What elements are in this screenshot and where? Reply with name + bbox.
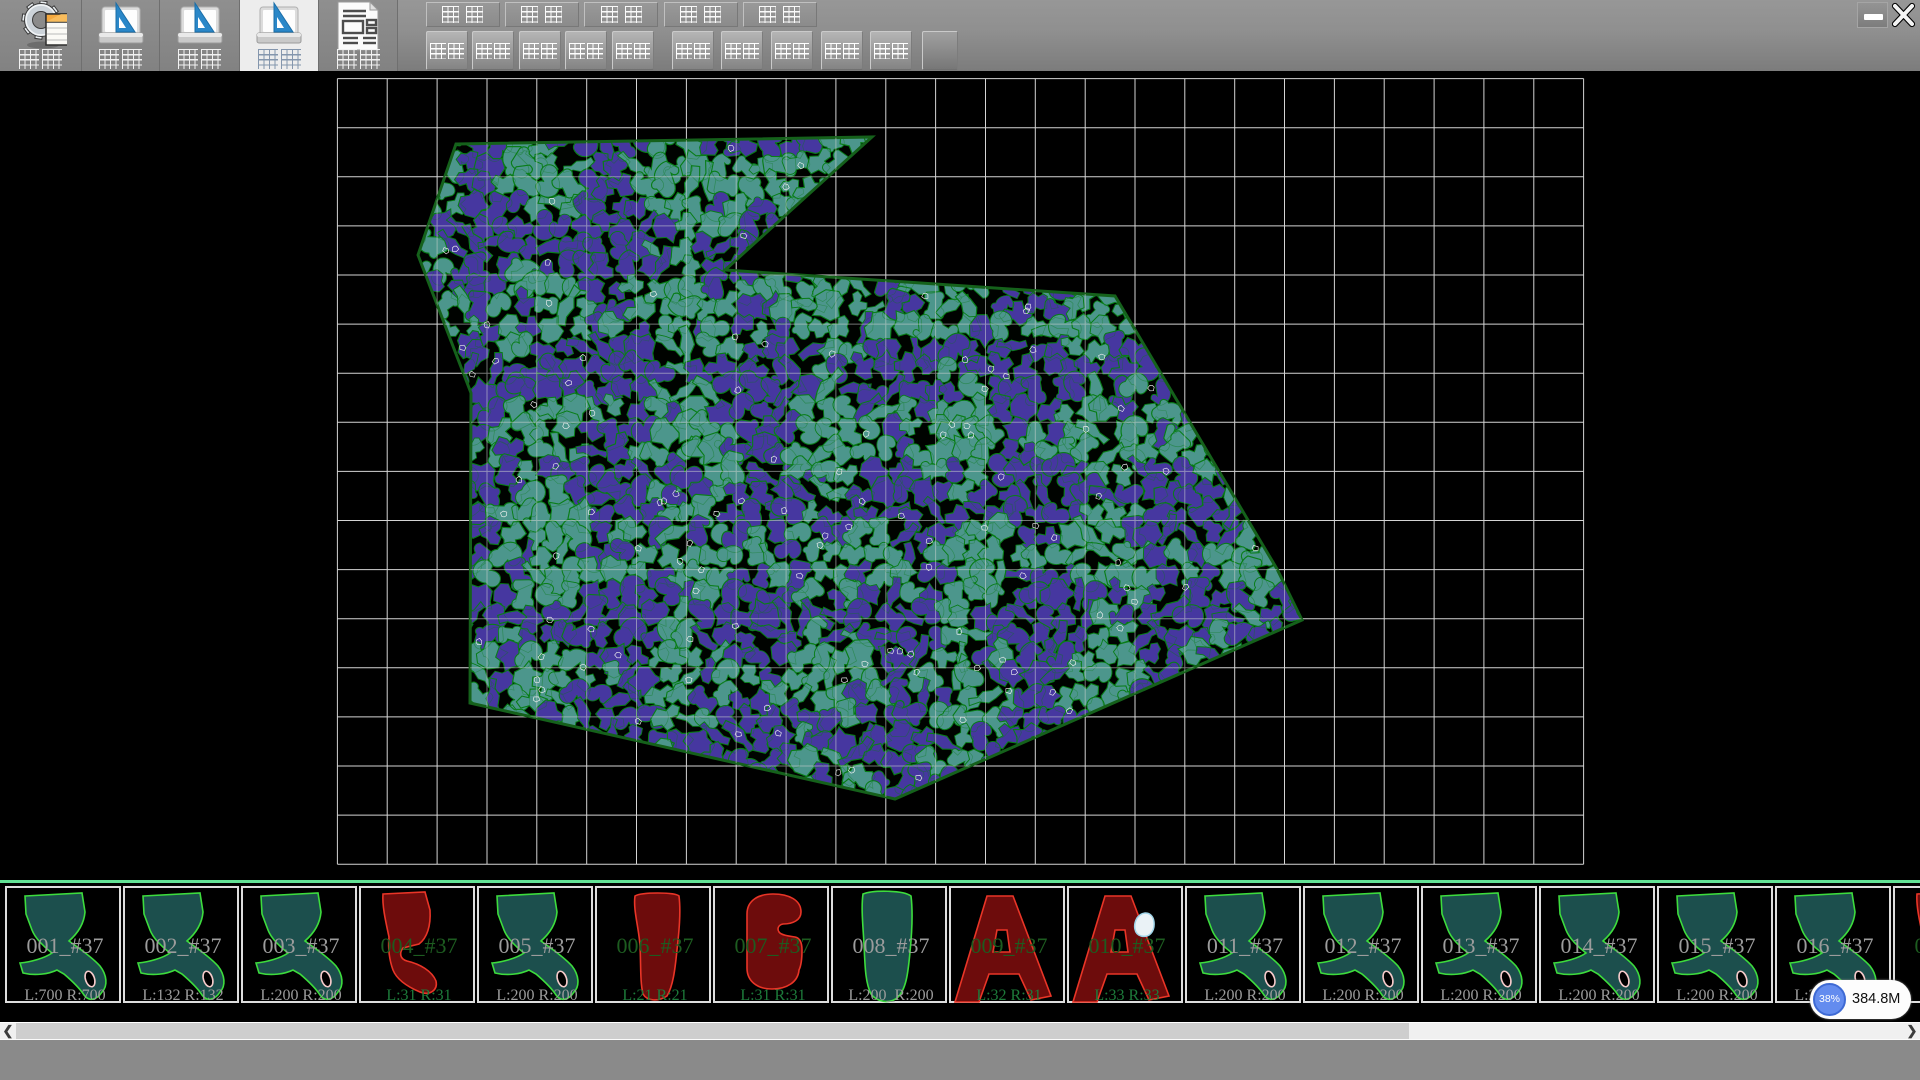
svg-text:001_#37: 001_#37 [26,933,103,958]
svg-text:008_#37: 008_#37 [852,933,929,958]
svg-text:017_#37: 017_#37 [1914,933,1920,958]
svg-text:010_#37: 010_#37 [1088,933,1165,958]
svg-text:L:31 R:31: L:31 R:31 [740,987,805,1003]
svg-text:L:33 R:33: L:33 R:33 [1094,987,1159,1003]
svg-text:016_#37: 016_#37 [1796,933,1873,958]
svg-text:013_#37: 013_#37 [1442,933,1519,958]
svg-text:L:200 R:200: L:200 R:200 [260,987,341,1003]
svg-text:L:200 R:200: L:200 R:200 [1204,987,1285,1003]
svg-text:009_#37: 009_#37 [970,933,1047,958]
svg-text:L:200 R:200: L:200 R:200 [1676,987,1757,1003]
svg-text:L:200 R:200: L:200 R:200 [1322,987,1403,1003]
svg-text:007_#37: 007_#37 [734,933,811,958]
svg-text:L:32 R:31: L:32 R:31 [976,987,1041,1003]
svg-text:003_#37: 003_#37 [262,933,339,958]
svg-text:L:200 R:200: L:200 R:200 [1558,987,1639,1003]
svg-text:006_#37: 006_#37 [616,933,693,958]
svg-text:L:200_R:200: L:200_R:200 [848,987,933,1003]
svg-text:011_#37: 011_#37 [1206,933,1282,958]
svg-text:L:21 R:21: L:21 R:21 [622,987,687,1003]
svg-text:L:31 R:31: L:31 R:31 [386,987,451,1003]
svg-text:005_#37: 005_#37 [498,933,575,958]
svg-text:015_#37: 015_#37 [1678,933,1755,958]
svg-text:004_#37: 004_#37 [380,933,457,958]
svg-text:012_#37: 012_#37 [1324,933,1401,958]
svg-text:L:200 R:200: L:200 R:200 [1440,987,1521,1003]
svg-text:014_#37: 014_#37 [1560,933,1637,958]
svg-text:L:200 R:200: L:200 R:200 [496,987,577,1003]
svg-text:L:700 R:700: L:700 R:700 [24,987,105,1003]
svg-text:002_#37: 002_#37 [144,933,221,958]
svg-text:L:132 R:132: L:132 R:132 [142,987,223,1003]
